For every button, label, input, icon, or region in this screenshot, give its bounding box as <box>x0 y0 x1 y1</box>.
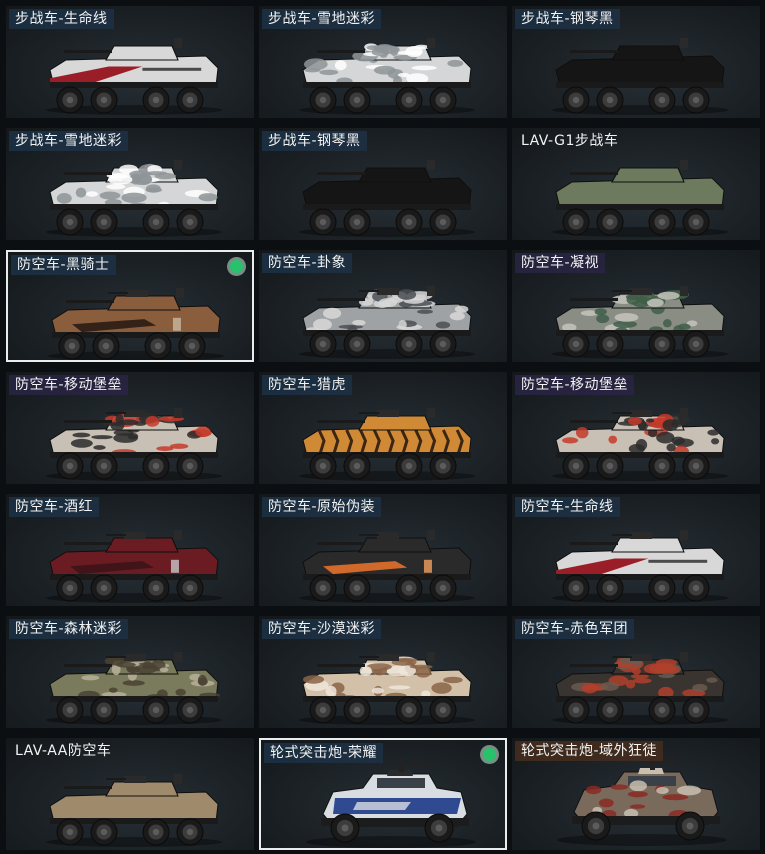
skin-name-label: 防空车-移动堡垒 <box>9 375 129 395</box>
skin-name-label: 步战车-钢琴黑 <box>262 131 367 151</box>
skin-card[interactable]: LAV-G1步战车 <box>512 128 760 240</box>
skin-card[interactable]: 防空车-猎虎 <box>259 372 507 484</box>
skin-name-label: LAV-G1步战车 <box>521 133 619 149</box>
skin-card[interactable]: 防空车-赤色军团 <box>512 616 760 728</box>
skin-name-label: 轮式突击炮-域外狂徒 <box>515 741 664 761</box>
skin-name-label: 防空车-卦象 <box>262 253 353 273</box>
skin-name-label: 防空车-森林迷彩 <box>9 619 129 639</box>
skin-name-label: 防空车-猎虎 <box>262 375 353 395</box>
skin-card[interactable]: 防空车-沙漠迷彩 <box>259 616 507 728</box>
skin-card[interactable]: LAV-AA防空车 <box>6 738 254 850</box>
skin-card[interactable]: 防空车-森林迷彩 <box>6 616 254 728</box>
skin-name-label: 防空车-赤色军团 <box>515 619 635 639</box>
skin-name-label: 防空车-酒红 <box>9 497 100 517</box>
skin-name-label: 步战车-生命线 <box>9 9 114 29</box>
skin-grid: 步战车-生命线 步战车-雪地迷彩 步战车-钢琴黑 步战车-雪地迷彩 步战车-钢琴黑 LAV… <box>0 0 765 854</box>
skin-card[interactable]: 防空车-酒红 <box>6 494 254 606</box>
skin-name-label: 防空车-凝视 <box>515 253 606 273</box>
skin-name-label: 防空车-原始伪装 <box>262 497 382 517</box>
skin-card[interactable]: 步战车-雪地迷彩 <box>259 6 507 118</box>
skin-card[interactable]: 防空车-原始伪装 <box>259 494 507 606</box>
skin-card[interactable]: 轮式突击炮-荣耀 <box>259 738 507 850</box>
skin-name-label: 轮式突击炮-荣耀 <box>264 743 384 763</box>
skin-card[interactable]: 步战车-钢琴黑 <box>512 6 760 118</box>
equipped-indicator-icon <box>230 260 243 273</box>
skin-card[interactable]: 防空车-移动堡垒 <box>6 372 254 484</box>
skin-card[interactable]: 轮式突击炮-域外狂徒 <box>512 738 760 850</box>
skin-name-label: 防空车-移动堡垒 <box>515 375 635 395</box>
skin-name-label: LAV-AA防空车 <box>15 743 112 759</box>
skin-card[interactable]: 防空车-卦象 <box>259 250 507 362</box>
skin-name-label: 防空车-沙漠迷彩 <box>262 619 382 639</box>
skin-card[interactable]: 步战车-生命线 <box>6 6 254 118</box>
skin-name-label: 步战车-雪地迷彩 <box>262 9 382 29</box>
skin-name-label: 防空车-黑骑士 <box>11 255 116 275</box>
skin-name-label: 步战车-钢琴黑 <box>515 9 620 29</box>
skin-name-label: 步战车-雪地迷彩 <box>9 131 129 151</box>
skin-card[interactable]: 防空车-移动堡垒 <box>512 372 760 484</box>
skin-card[interactable]: 防空车-黑骑士 <box>6 250 254 362</box>
skin-card[interactable]: 步战车-雪地迷彩 <box>6 128 254 240</box>
skin-card[interactable]: 防空车-凝视 <box>512 250 760 362</box>
skin-card[interactable]: 防空车-生命线 <box>512 494 760 606</box>
equipped-indicator-icon <box>483 748 496 761</box>
skin-name-label: 防空车-生命线 <box>515 497 620 517</box>
skin-card[interactable]: 步战车-钢琴黑 <box>259 128 507 240</box>
